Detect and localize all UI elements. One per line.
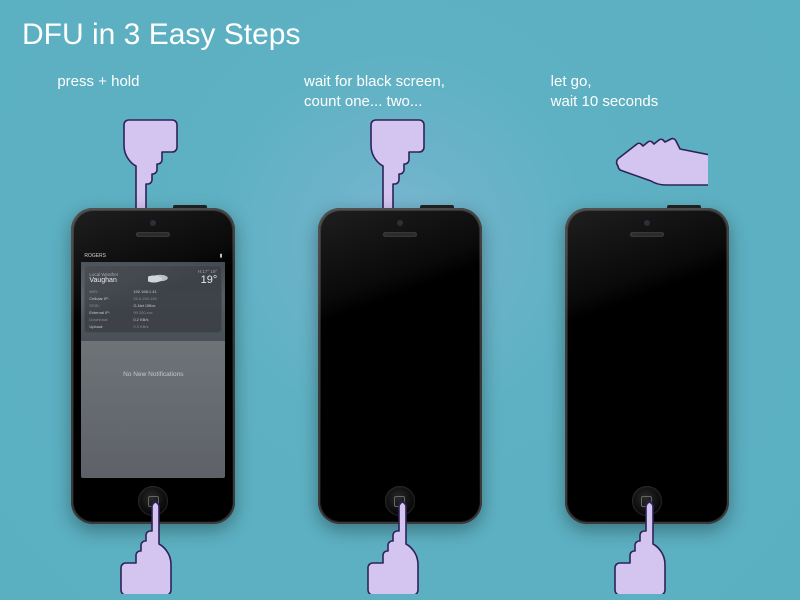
step-1-instruction: press + hold (57, 72, 139, 116)
carrier-label: ROGERS (84, 253, 106, 259)
weather-label: Local Weather (89, 272, 118, 277)
phone-step-3 (565, 208, 729, 524)
step-2-instruction: wait for black screen, count one... two.… (304, 72, 445, 116)
network-grid: WiFi:192.168.1.41 Cellular IP:25.6.250.1… (89, 289, 217, 329)
front-camera-icon (644, 220, 650, 226)
notifications-empty: No New Notifications (81, 371, 225, 378)
battery-icon: ▮ (220, 253, 223, 259)
earpiece-icon (383, 232, 417, 237)
phone-step-2 (318, 208, 482, 524)
status-bar: ROGERS ▮ (81, 250, 225, 262)
steps-row: press + hold ROGERS ▮ (0, 72, 800, 594)
phone-screen-black (575, 250, 719, 478)
page-title: DFU in 3 Easy Steps (0, 0, 800, 52)
step-1: press + hold ROGERS ▮ (43, 72, 263, 594)
hand-point-down-icon (114, 116, 192, 212)
front-camera-icon (397, 220, 403, 226)
step-2: wait for black screen, count one... two.… (290, 72, 510, 594)
phone-screen-black (328, 250, 472, 478)
hand-point-up-icon (114, 498, 192, 594)
weather-widget: Local Weather Vaughan H:17° 19° 19° WiFi… (84, 265, 222, 333)
hand-point-up-icon (361, 498, 439, 594)
front-camera-icon (150, 220, 156, 226)
hand-point-down-icon (361, 116, 439, 212)
phone-step-1: ROGERS ▮ Local Weather Vaughan H:17° 19° (71, 208, 235, 524)
weather-location: Vaughan (89, 277, 118, 284)
earpiece-icon (136, 232, 170, 237)
weather-temp: 19° (198, 274, 217, 286)
hand-open-release-icon (612, 134, 708, 204)
phone-screen-on: ROGERS ▮ Local Weather Vaughan H:17° 19° (81, 250, 225, 478)
hand-point-up-icon (608, 498, 686, 594)
cloud-icon (148, 273, 168, 283)
earpiece-icon (630, 232, 664, 237)
step-3: let go, wait 10 seconds (537, 72, 757, 594)
step-3-instruction: let go, wait 10 seconds (551, 72, 659, 116)
